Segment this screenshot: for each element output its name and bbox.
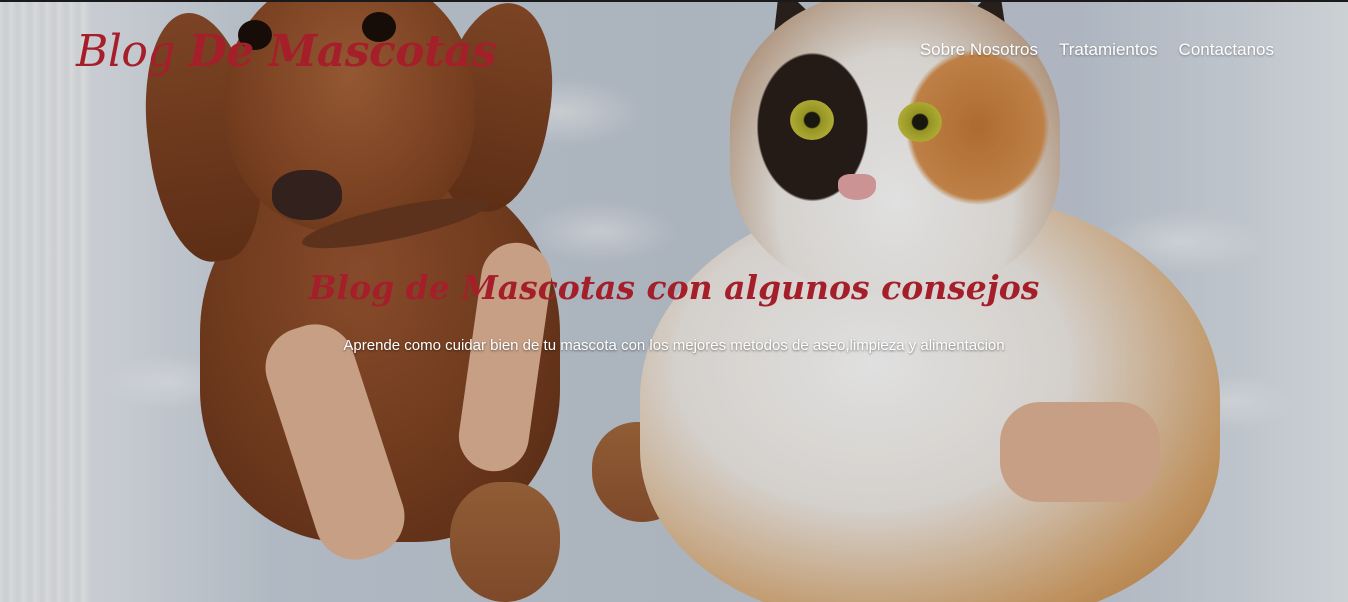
- hero-title: Blog de Mascotas con algunos consejos: [308, 268, 1040, 307]
- main-navigation: Sobre Nosotros Tratamientos Contactanos: [920, 40, 1274, 60]
- nav-link-sobre-nosotros[interactable]: Sobre Nosotros: [920, 40, 1038, 60]
- hero-section: Blog De Mascotas Sobre Nosotros Tratamie…: [0, 0, 1348, 602]
- nav-link-tratamientos[interactable]: Tratamientos: [1059, 40, 1158, 60]
- logo-text-mascotas: De Mascotas: [188, 26, 497, 77]
- logo-text-blog: Blog: [76, 26, 189, 77]
- site-logo[interactable]: Blog De Mascotas: [76, 26, 497, 77]
- hero-subtitle: Aprende como cuidar bien de tu mascota c…: [343, 337, 1005, 354]
- nav-link-contactanos[interactable]: Contactanos: [1179, 40, 1274, 60]
